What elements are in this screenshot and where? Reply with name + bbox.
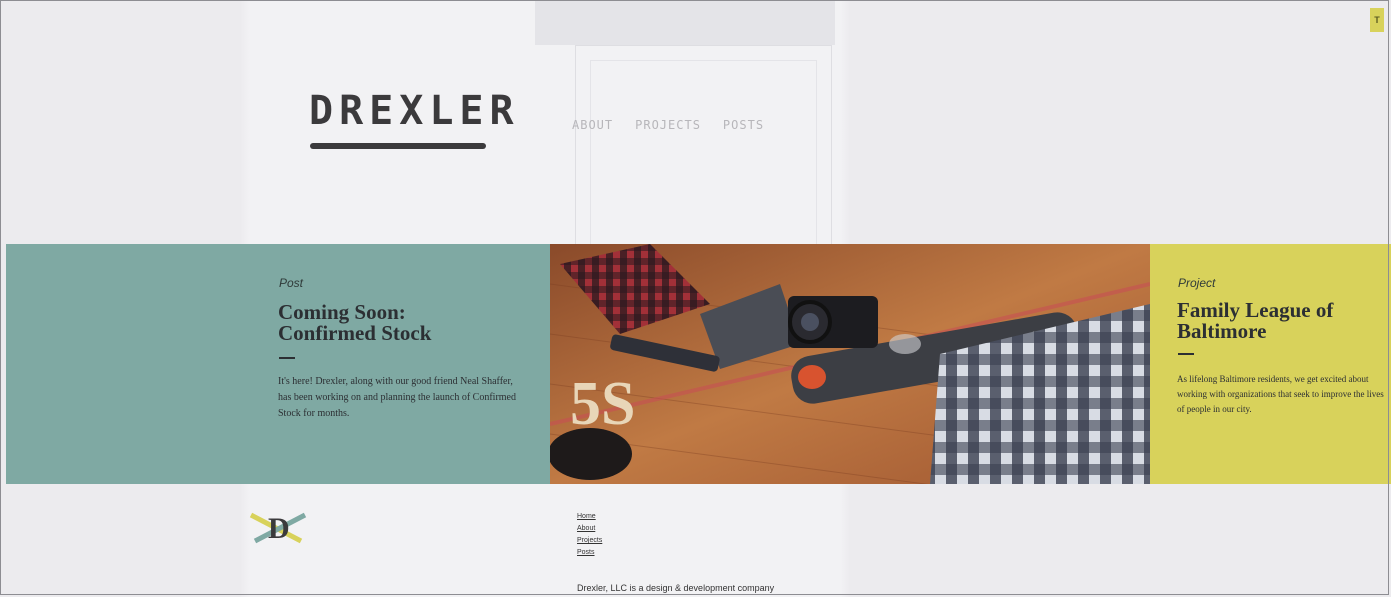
footer-logo[interactable]: D (249, 509, 309, 549)
post-kicker: Post (279, 276, 304, 290)
footer-link-about[interactable]: About (577, 524, 602, 534)
project-feature-card[interactable]: Project Family League of Baltimore As li… (1150, 244, 1391, 484)
post-title-line-1: Coming Soon: (278, 300, 406, 324)
project-title[interactable]: Family League of Baltimore (1177, 300, 1333, 342)
project-title-dash (1178, 353, 1194, 355)
footer-link-posts[interactable]: Posts (577, 548, 602, 558)
footer-links: Home About Projects Posts (577, 512, 602, 558)
nav-item-posts[interactable]: POSTS (723, 118, 764, 132)
site-logo[interactable]: DREXLER (309, 86, 514, 136)
post-title[interactable]: Coming Soon: Confirmed Stock (278, 302, 431, 344)
footer-logo-letter: D (268, 512, 290, 545)
corner-badge[interactable]: T (1370, 8, 1384, 32)
main-nav: ABOUT PROJECTS POSTS (572, 118, 764, 132)
project-excerpt: As lifelong Baltimore residents, we get … (1177, 374, 1384, 414)
feature-photo[interactable]: 5S (550, 244, 1150, 484)
background-bar (535, 0, 835, 45)
footer-link-projects[interactable]: Projects (577, 536, 602, 546)
skateboard-flatlay-photo: 5S (550, 244, 1150, 484)
project-title-line-1: Family League of (1177, 298, 1334, 322)
post-feature-card[interactable]: Post Coming Soon: Confirmed Stock It's h… (6, 244, 550, 484)
nav-item-projects[interactable]: PROJECTS (635, 118, 701, 132)
footer-link-home[interactable]: Home (577, 512, 602, 522)
post-title-line-2: Confirmed Stock (278, 321, 432, 345)
project-kicker: Project (1178, 276, 1216, 290)
project-title-line-2: Baltimore (1177, 319, 1267, 343)
post-excerpt: It's here! Drexler, along with our good … (278, 376, 516, 419)
nav-item-about[interactable]: ABOUT (572, 118, 613, 132)
logo-underline (310, 143, 486, 149)
background-window-inner (590, 60, 817, 247)
svg-text:5S: 5S (570, 370, 635, 438)
footer-tagline: Drexler, LLC is a design & development c… (577, 583, 775, 593)
post-title-dash (279, 357, 295, 359)
